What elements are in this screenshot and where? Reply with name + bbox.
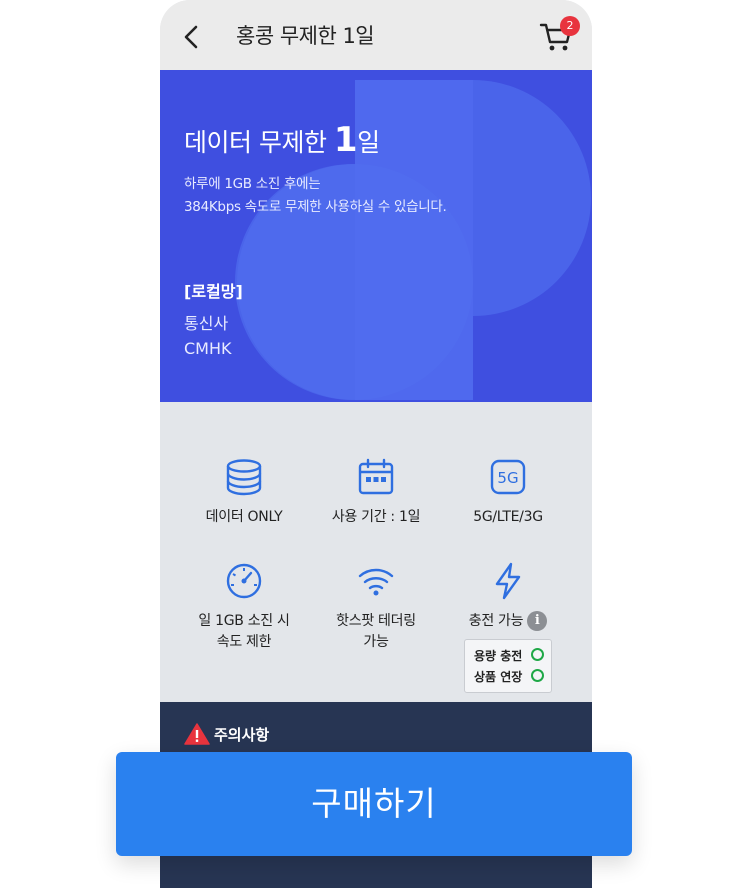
hero-title: 데이터 무제한 1일 bbox=[184, 120, 380, 160]
database-icon bbox=[226, 459, 262, 496]
wifi-icon bbox=[358, 568, 394, 596]
recharge-option-extend: 상품 연장 bbox=[474, 670, 523, 684]
back-arrow-icon[interactable] bbox=[178, 22, 204, 52]
hero-description: 하루에 1GB 소진 후에는 384Kbps 속도로 무제한 사용하실 수 있습… bbox=[184, 176, 447, 215]
speedometer-icon bbox=[226, 563, 262, 599]
info-icon[interactable]: i bbox=[527, 611, 548, 631]
warning-icon bbox=[184, 723, 210, 745]
available-circle-icon bbox=[531, 648, 544, 661]
feature-data-only: 데이터 ONLY bbox=[172, 457, 316, 528]
top-bar: 홍콩 무제한 1일 2 bbox=[160, 0, 592, 70]
cart-count-badge: 2 bbox=[560, 16, 580, 36]
recharge-option-capacity: 용량 충전 bbox=[474, 649, 523, 663]
available-circle-icon bbox=[531, 669, 544, 682]
calendar-icon bbox=[358, 458, 394, 495]
network-heading: [로컬망] bbox=[184, 282, 243, 301]
feature-network-type: 5G 5G/LTE/3G bbox=[436, 457, 580, 528]
buy-button[interactable]: 구매하기 bbox=[116, 752, 632, 856]
svg-text:5G: 5G bbox=[497, 469, 518, 487]
lightning-icon bbox=[495, 562, 521, 600]
carrier-label: 통신사 bbox=[184, 314, 229, 333]
feature-usage-period: 사용 기간 : 1일 bbox=[304, 457, 448, 528]
feature-hotspot: 핫스팟 테더링 가능 bbox=[304, 561, 448, 653]
feature-speed-limit: 일 1GB 소진 시 속도 제한 bbox=[172, 561, 316, 653]
hero-banner: 데이터 무제한 1일 하루에 1GB 소진 후에는 384Kbps 속도로 무제… bbox=[160, 70, 592, 402]
page-title: 홍콩 무제한 1일 bbox=[236, 24, 375, 48]
notice-label[interactable]: 주의사항 bbox=[214, 724, 269, 745]
5g-icon: 5G bbox=[490, 459, 526, 495]
recharge-options-box: 용량 충전 상품 연장 bbox=[464, 639, 552, 693]
carrier-value: CMHK bbox=[184, 339, 232, 358]
feature-recharge: 충전 가능 i bbox=[436, 561, 580, 632]
